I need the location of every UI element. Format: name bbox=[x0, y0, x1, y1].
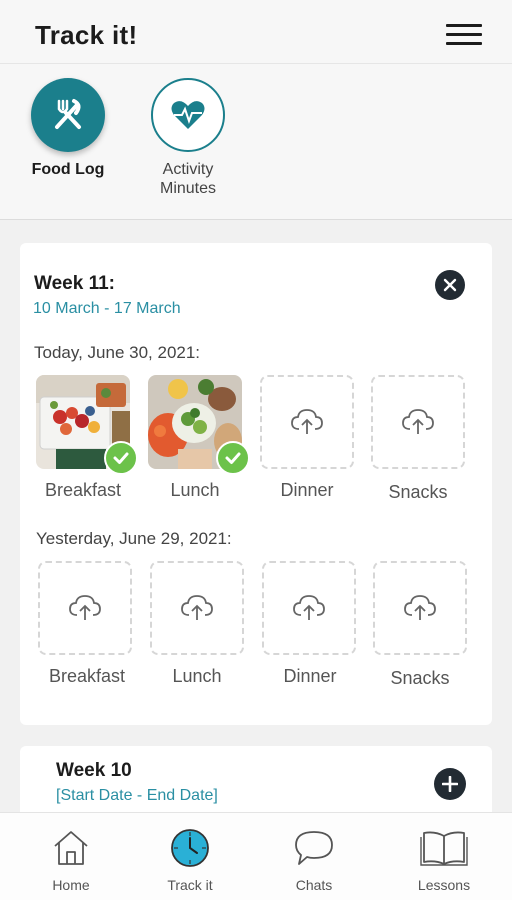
slot-label: Lunch bbox=[170, 480, 220, 500]
heart-pulse-icon bbox=[151, 78, 225, 152]
bottom-nav: Home Track it Chats Lessons bbox=[0, 812, 512, 900]
cloud-upload-icon bbox=[181, 595, 213, 620]
chat-bubble-icon bbox=[264, 825, 364, 871]
week-title: Week 11: bbox=[34, 273, 115, 294]
upload-slot-dinner-yesterday[interactable] bbox=[262, 561, 356, 655]
nav-label: Track it bbox=[167, 877, 213, 893]
cloud-upload-icon bbox=[402, 409, 434, 434]
nav-chats[interactable]: Chats bbox=[264, 825, 364, 893]
cloud-upload-icon bbox=[291, 409, 323, 434]
upload-slot-breakfast-yesterday[interactable] bbox=[38, 561, 132, 655]
cloud-upload-icon bbox=[404, 595, 436, 620]
food-log-button[interactable]: Food Log bbox=[8, 78, 128, 179]
upload-slot-snacks-yesterday[interactable] bbox=[373, 561, 467, 655]
nav-label: Home bbox=[52, 877, 90, 893]
upload-slot-dinner-today[interactable] bbox=[260, 375, 354, 469]
slot-label: Snacks bbox=[388, 482, 448, 502]
add-icon[interactable] bbox=[434, 768, 466, 800]
home-icon bbox=[21, 825, 121, 871]
check-icon bbox=[104, 441, 138, 475]
book-icon bbox=[394, 825, 494, 871]
activity-minutes-button[interactable]: Activity Minutes bbox=[128, 78, 248, 198]
upload-slot-lunch-yesterday[interactable] bbox=[150, 561, 244, 655]
slot-label: Dinner bbox=[283, 666, 337, 686]
nav-lessons[interactable]: Lessons bbox=[394, 825, 494, 893]
week-11-card: Week 11: 10 March - 17 March Today, June… bbox=[20, 243, 492, 725]
lunch-photo-today[interactable] bbox=[148, 375, 250, 475]
nav-label: Chats bbox=[295, 877, 333, 893]
hamburger-menu-icon[interactable] bbox=[446, 24, 486, 48]
today-label: Today, June 30, 2021: bbox=[34, 343, 201, 362]
nav-track-it[interactable]: Track it bbox=[140, 825, 240, 893]
week-dates[interactable]: 10 March - 17 March bbox=[33, 300, 181, 318]
slot-label: Breakfast bbox=[48, 666, 126, 686]
week-title: Week 10 bbox=[56, 760, 132, 781]
week-dates: [Start Date - End Date] bbox=[56, 787, 218, 804]
nav-home[interactable]: Home bbox=[21, 825, 121, 893]
yesterday-label: Yesterday, June 29, 2021: bbox=[36, 529, 232, 548]
clock-icon bbox=[140, 825, 240, 871]
check-icon bbox=[216, 441, 250, 475]
tracker-selector: Food Log Activity Minutes bbox=[0, 64, 512, 220]
cloud-upload-icon bbox=[293, 595, 325, 620]
slot-label: Lunch bbox=[172, 666, 222, 686]
food-log-label: Food Log bbox=[31, 161, 105, 178]
upload-slot-snacks-today[interactable] bbox=[371, 375, 465, 469]
cloud-upload-icon bbox=[69, 595, 101, 620]
page-title: Track it! bbox=[35, 20, 138, 50]
activity-minutes-label: Activity Minutes bbox=[159, 161, 217, 197]
slot-label: Breakfast bbox=[44, 480, 122, 500]
app-header: Track it! bbox=[0, 0, 512, 64]
fork-knife-icon bbox=[31, 78, 105, 152]
close-icon[interactable] bbox=[435, 270, 465, 300]
nav-label: Lessons bbox=[417, 877, 471, 893]
slot-label: Snacks bbox=[390, 668, 450, 688]
breakfast-photo-today[interactable] bbox=[36, 375, 138, 475]
slot-label: Dinner bbox=[280, 480, 334, 500]
